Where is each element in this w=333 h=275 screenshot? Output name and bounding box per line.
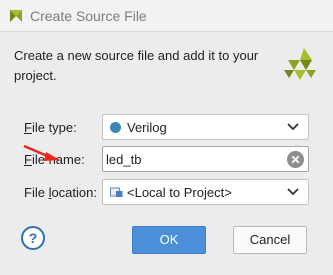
- chevron-down-icon: [287, 188, 299, 196]
- title-bar: Create Source File: [0, 0, 333, 32]
- file-type-value: Verilog: [127, 120, 167, 135]
- dialog-description: Create a new source file and add it to y…: [14, 48, 259, 83]
- help-button[interactable]: ?: [21, 226, 45, 250]
- ok-button[interactable]: OK: [132, 226, 206, 254]
- red-arrow-icon: [23, 144, 60, 161]
- vivado-logo-icon: [284, 48, 316, 80]
- file-name-value: led_tb: [106, 152, 142, 167]
- file-type-label: File type:: [24, 120, 77, 135]
- window-title: Create Source File: [30, 8, 147, 24]
- cancel-button[interactable]: Cancel: [233, 226, 307, 254]
- clear-icon[interactable]: [287, 151, 304, 168]
- dialog-body: Create a new source file and add it to y…: [0, 32, 333, 275]
- folder-icon: [110, 187, 123, 197]
- chevron-down-icon: [287, 123, 299, 131]
- file-location-label: File location:: [24, 185, 97, 200]
- file-name-input[interactable]: led_tb: [102, 146, 309, 172]
- verilog-dot-icon: [110, 122, 121, 133]
- vivado-logo-icon: [10, 10, 22, 22]
- file-type-dropdown[interactable]: Verilog: [102, 114, 309, 140]
- file-location-value: <Local to Project>: [127, 185, 232, 200]
- file-location-dropdown[interactable]: <Local to Project>: [102, 179, 309, 205]
